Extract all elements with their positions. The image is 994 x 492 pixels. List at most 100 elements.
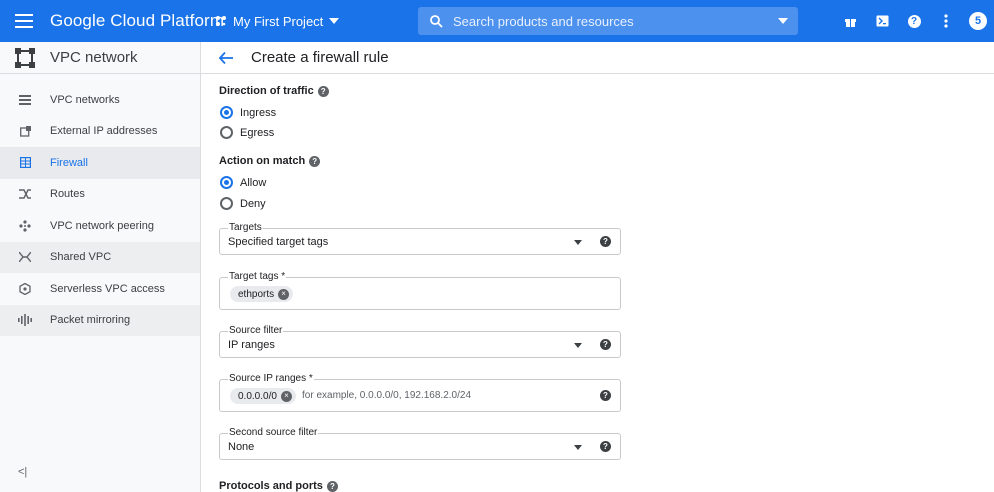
chip-label: 0.0.0.0/0 — [238, 390, 277, 402]
vpc-network-icon — [0, 47, 50, 68]
main-content: Create a firewall rule Direction of traf… — [201, 42, 994, 492]
remove-chip-icon[interactable]: × — [280, 390, 292, 402]
field-value: None — [228, 441, 255, 453]
vpc-networks-icon — [0, 94, 50, 105]
ip-range-chip[interactable]: 0.0.0.0/0 × — [230, 388, 296, 404]
dropdown-arrow-icon — [574, 445, 582, 450]
external-ip-icon — [0, 125, 50, 137]
cloud-shell-icon[interactable] — [866, 15, 898, 27]
hamburger-menu-icon — [15, 14, 33, 28]
ip-range-input[interactable]: for example, 0.0.0.0/0, 192.168.2.0/24 — [302, 390, 471, 401]
targets-select[interactable]: Targets Specified target tags ? — [219, 222, 621, 255]
second-source-filter-select[interactable]: Second source filter None ? — [219, 427, 621, 460]
radio-checked-icon — [220, 176, 233, 189]
radio-label: Egress — [240, 126, 275, 139]
help-icon[interactable]: ? — [309, 155, 321, 167]
sidebar-item-routes[interactable]: Routes — [0, 179, 200, 211]
project-selector[interactable]: My First Project — [215, 6, 340, 36]
collapse-sidebar-button[interactable]: <| — [18, 466, 27, 478]
radio-deny[interactable]: Deny — [220, 197, 266, 210]
search-icon — [430, 14, 443, 28]
main-menu-button[interactable] — [0, 0, 48, 42]
sidebar-item-label: VPC networks — [50, 93, 120, 106]
direction-label: Direction of traffic ? — [219, 85, 329, 97]
field-label: Source filter — [228, 325, 284, 336]
radio-label: Allow — [240, 176, 267, 189]
sidebar: VPC network VPC networks External IP add… — [0, 42, 201, 492]
action-label-text: Action on match — [219, 155, 306, 167]
back-arrow-icon — [219, 51, 233, 64]
remove-chip-icon[interactable]: × — [278, 288, 290, 300]
field-value: Specified target tags — [228, 236, 329, 248]
radio-unchecked-icon — [220, 197, 233, 210]
dropdown-arrow-icon — [574, 343, 582, 348]
notifications-icon[interactable] — [930, 14, 962, 28]
page-header: Create a firewall rule — [201, 42, 994, 74]
top-app-bar: Google Cloud Platform My First Project S… — [0, 0, 994, 42]
sidebar-item-packet-mirroring[interactable]: Packet mirroring — [0, 304, 200, 336]
top-actions: ? 5 — [834, 0, 994, 42]
sidebar-item-label: Firewall — [50, 156, 88, 169]
radio-egress[interactable]: Egress — [220, 126, 274, 139]
sidebar-item-label: VPC network peering — [50, 219, 154, 232]
back-button[interactable] — [205, 51, 247, 64]
shared-vpc-icon — [0, 252, 50, 263]
chevron-down-icon — [329, 18, 340, 24]
sidebar-item-vpc-network-peering[interactable]: VPC network peering — [0, 210, 200, 242]
action-label: Action on match ? — [219, 155, 321, 167]
source-filter-select[interactable]: Source filter IP ranges ? — [219, 325, 621, 358]
field-label: Source IP ranges * — [228, 373, 314, 384]
protocols-label-text: Protocols and ports — [219, 480, 323, 492]
radio-allow[interactable]: Allow — [220, 176, 266, 189]
project-dots-icon — [216, 16, 226, 26]
avatar: 5 — [969, 12, 987, 30]
dropdown-arrow-icon — [574, 240, 582, 245]
radio-label: Deny — [240, 197, 266, 210]
field-label: Target tags * — [228, 271, 287, 282]
sidebar-item-serverless-vpc-access[interactable]: Serverless VPC access — [0, 273, 200, 305]
sidebar-item-shared-vpc[interactable]: Shared VPC — [0, 241, 200, 273]
help-icon[interactable]: ? — [898, 14, 930, 28]
help-icon[interactable]: ? — [600, 390, 611, 401]
radio-ingress[interactable]: Ingress — [220, 106, 276, 119]
sidebar-item-external-ip-addresses[interactable]: External IP addresses — [0, 116, 200, 148]
routes-icon — [0, 189, 50, 199]
packet-mirroring-icon — [0, 314, 50, 327]
brand-title[interactable]: Google Cloud Platform — [50, 11, 224, 31]
sidebar-item-label: Packet mirroring — [50, 314, 131, 327]
project-name: My First Project — [233, 13, 324, 29]
sidebar-item-label: Shared VPC — [50, 251, 112, 264]
protocols-label: Protocols and ports ? — [219, 480, 338, 492]
target-tags-field[interactable]: Target tags * ethports × — [219, 271, 621, 310]
sidebar-item-label: Serverless VPC access — [50, 282, 165, 295]
help-icon[interactable]: ? — [600, 441, 611, 452]
chip-label: ethports — [238, 288, 275, 300]
search-bar[interactable]: Search products and resources — [418, 7, 798, 35]
sidebar-item-vpc-networks[interactable]: VPC networks — [0, 84, 200, 116]
sidebar-title: VPC network — [50, 49, 138, 66]
radio-unchecked-icon — [220, 126, 233, 139]
help-icon[interactable]: ? — [326, 480, 338, 492]
help-icon[interactable]: ? — [600, 236, 611, 247]
tag-chip[interactable]: ethports × — [230, 286, 294, 302]
help-icon[interactable]: ? — [317, 85, 329, 97]
field-value: IP ranges — [228, 339, 275, 351]
search-dropdown-icon[interactable] — [778, 18, 788, 24]
gift-icon[interactable] — [834, 15, 866, 28]
peering-icon — [0, 220, 50, 232]
radio-label: Ingress — [240, 106, 277, 119]
serverless-icon — [0, 282, 50, 295]
search-input[interactable]: Search products and resources — [453, 14, 778, 29]
help-icon[interactable]: ? — [600, 339, 611, 350]
sidebar-item-firewall[interactable]: Firewall — [0, 147, 200, 179]
direction-label-text: Direction of traffic — [219, 85, 314, 97]
account-button[interactable]: 5 — [962, 12, 994, 30]
sidebar-item-label: External IP addresses — [50, 125, 158, 138]
source-ip-ranges-field[interactable]: Source IP ranges * 0.0.0.0/0 × for examp… — [219, 373, 621, 412]
field-label: Targets — [228, 222, 263, 233]
firewall-icon — [0, 157, 50, 169]
sidebar-item-label: Routes — [50, 188, 85, 201]
page-title: Create a firewall rule — [251, 49, 389, 66]
sidebar-header: VPC network — [0, 42, 200, 74]
radio-checked-icon — [220, 106, 233, 119]
